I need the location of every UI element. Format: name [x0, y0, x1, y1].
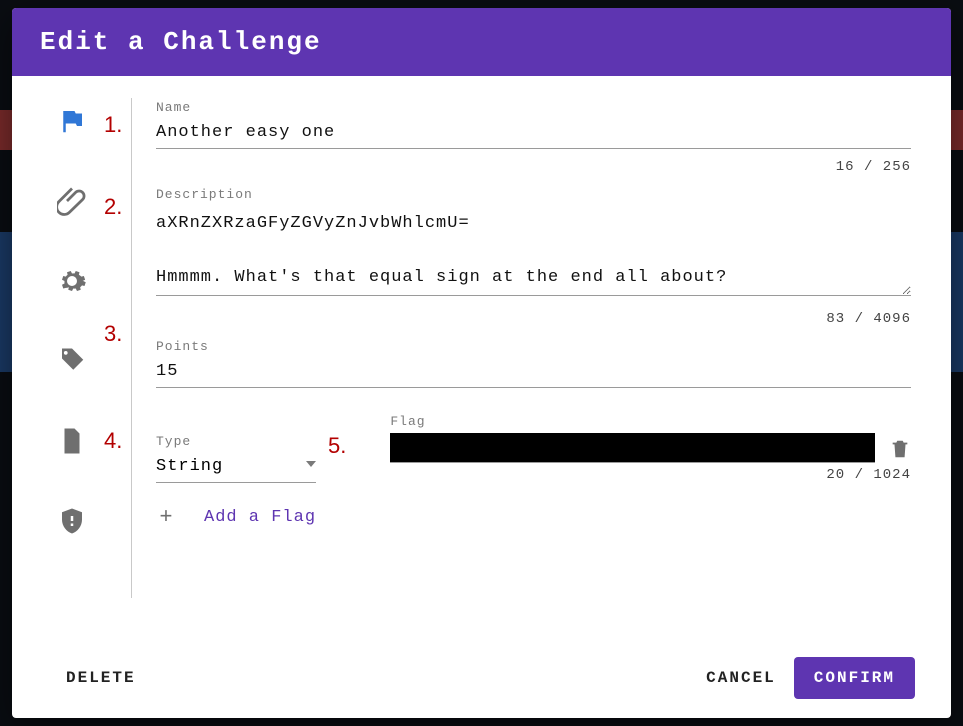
flag-field: Flag 20 / 1024: [390, 414, 911, 483]
points-label: Points: [156, 339, 911, 354]
name-counter: 16 / 256: [156, 159, 911, 175]
document-icon[interactable]: [57, 426, 87, 456]
flag-counter: 20 / 1024: [390, 467, 911, 483]
annotation-5: 5.: [328, 433, 346, 459]
description-label: Description: [156, 187, 911, 202]
edit-challenge-modal: Edit a Challenge 1. 2.: [12, 8, 951, 718]
flag-row: Type String 5. Flag 20 / 1024: [156, 414, 911, 483]
plus-icon: +: [156, 505, 176, 530]
tag-icon[interactable]: [57, 346, 87, 376]
form-content: Name 16 / 256 Description 83 / 4096 Poin…: [132, 76, 951, 648]
points-field: Points: [156, 339, 911, 388]
annotation-3: 3.: [104, 321, 122, 347]
name-field: Name: [156, 100, 911, 149]
chevron-down-icon: [306, 461, 316, 467]
modal-footer: DELETE CANCEL CONFIRM: [12, 648, 951, 718]
shield-icon[interactable]: [57, 506, 87, 536]
modal-title: Edit a Challenge: [40, 27, 322, 57]
trash-icon[interactable]: [889, 437, 911, 463]
type-field: Type String: [156, 434, 316, 483]
attachment-icon[interactable]: [57, 186, 87, 216]
annotation-4: 4.: [104, 428, 122, 454]
cancel-button[interactable]: CANCEL: [688, 657, 794, 699]
points-input[interactable]: [156, 358, 911, 388]
add-flag-button[interactable]: + Add a Flag: [156, 505, 316, 530]
modal-header: Edit a Challenge: [12, 8, 951, 76]
annotation-1: 1.: [104, 112, 122, 138]
type-select[interactable]: String: [156, 453, 316, 483]
sidebar-tabs: 1. 2. 3. 4.: [12, 76, 132, 648]
add-flag-label: Add a Flag: [204, 508, 316, 527]
delete-button[interactable]: DELETE: [48, 657, 154, 699]
flag-label: Flag: [390, 414, 911, 429]
name-input[interactable]: [156, 119, 911, 149]
flag-input[interactable]: [390, 433, 875, 463]
annotation-2: 2.: [104, 194, 122, 220]
flag-icon[interactable]: [57, 106, 87, 136]
confirm-button[interactable]: CONFIRM: [794, 657, 915, 699]
gear-icon[interactable]: [57, 266, 87, 296]
modal-body: 1. 2. 3. 4. Name 16 / 256 Description 83…: [12, 76, 951, 648]
type-selected: String: [156, 457, 223, 476]
description-field: Description: [156, 187, 911, 301]
description-counter: 83 / 4096: [156, 311, 911, 327]
description-input[interactable]: [156, 206, 911, 296]
type-label: Type: [156, 434, 316, 449]
name-label: Name: [156, 100, 911, 115]
